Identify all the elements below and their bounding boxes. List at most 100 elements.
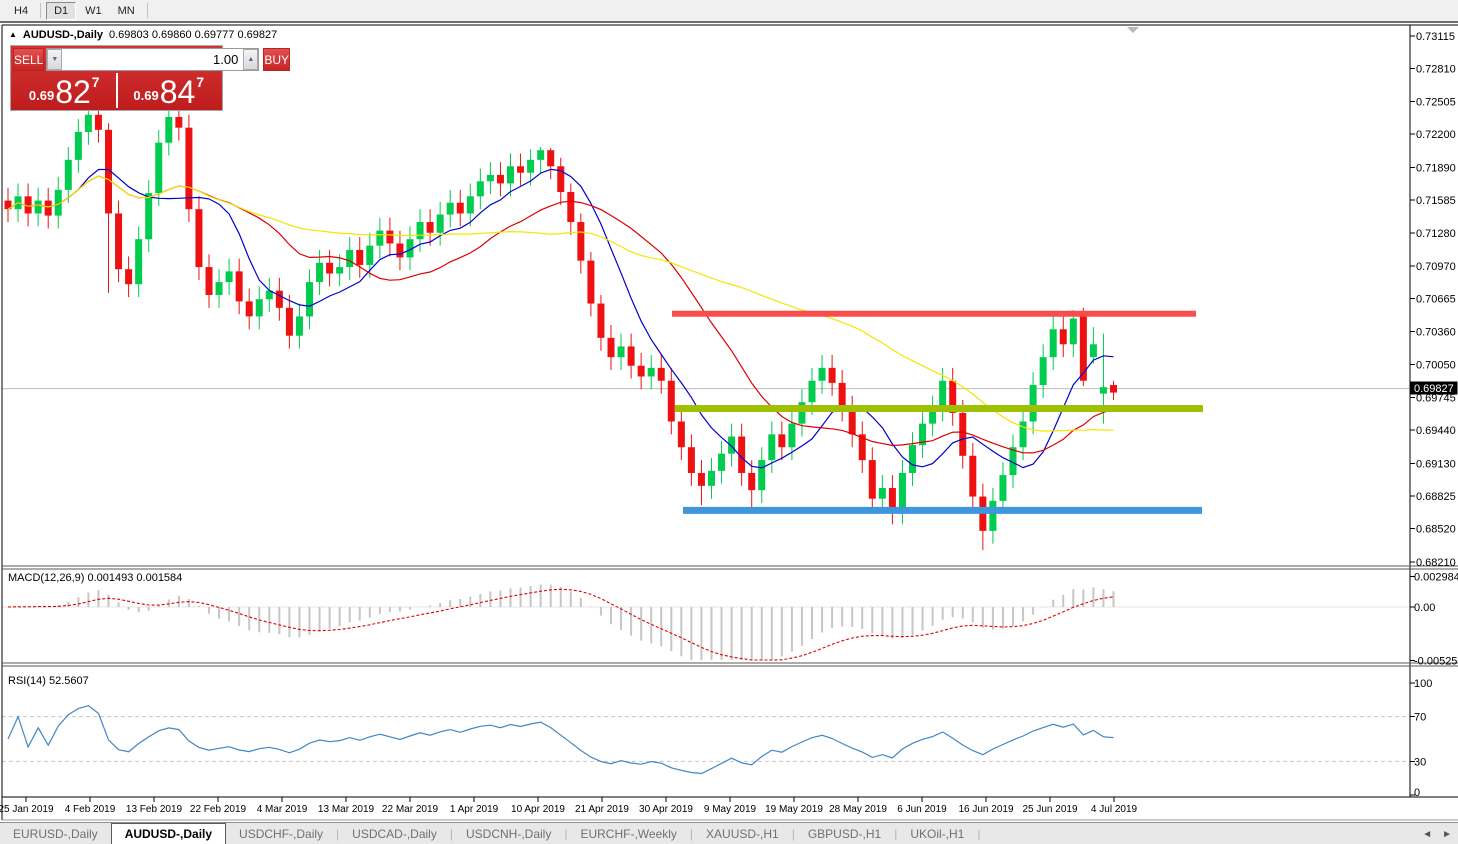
collapse-triangle-icon[interactable]: ▲ [9, 31, 17, 39]
candle-body [115, 213, 122, 269]
symbol-tab-gbpusd-h1[interactable]: GBPUSD-,H1 [795, 823, 894, 844]
timeframe-button-mn[interactable]: MN [111, 3, 142, 19]
price-axis-label: 0.68520 [1416, 524, 1456, 536]
date-label: 22 Mar 2019 [382, 804, 439, 815]
volume-input[interactable] [62, 49, 243, 70]
price-axis-label: 0.70665 [1416, 294, 1456, 306]
candle-body [819, 368, 826, 381]
candle-body [376, 231, 383, 246]
candle-body [35, 201, 42, 214]
toolbar-separator [40, 3, 41, 18]
candle-body [386, 231, 393, 244]
price-axis-label: 0.70050 [1416, 360, 1456, 372]
candle-body [999, 475, 1006, 501]
buy-button[interactable]: BUY [263, 48, 290, 71]
symbol-tab-xauusd-h1[interactable]: XAUUSD-,H1 [693, 823, 792, 844]
candle-body [1040, 357, 1047, 385]
candle-body [427, 222, 434, 233]
timeframe-button-w1[interactable]: W1 [78, 3, 109, 19]
candle-body [145, 193, 152, 239]
symbol-tab-audusd-daily[interactable]: AUDUSD-,Daily [111, 823, 226, 844]
candle-body [447, 203, 454, 215]
tab-scroll-left-icon[interactable]: ◄ [1422, 829, 1432, 840]
candle-body [507, 166, 514, 183]
symbol-tab-eurchf-weekly[interactable]: EURCHF-,Weekly [567, 823, 689, 844]
volume-decrease-icon[interactable]: ▼ [47, 49, 62, 70]
candle-body [85, 115, 92, 132]
date-label: 22 Feb 2019 [190, 804, 247, 815]
sell-price-big: 82 [55, 77, 91, 107]
symbol-tab-usdchf-daily[interactable]: USDCHF-,Daily [226, 823, 336, 844]
volume-increase-icon[interactable]: ▲ [243, 49, 258, 70]
candle-body [497, 175, 504, 184]
buy-price-big: 84 [160, 77, 196, 107]
buy-price-base: 0.69 [133, 88, 158, 103]
candle-body [316, 263, 323, 282]
candle-body [1090, 344, 1097, 357]
candle-body [628, 346, 635, 365]
buy-price-display[interactable]: 0.69 84 7 [118, 73, 221, 108]
candle-body [256, 299, 263, 316]
current-price-box: 0.69827 [1411, 382, 1458, 396]
sell-button[interactable]: SELL [13, 48, 44, 71]
candle-body [678, 421, 685, 447]
chart-shift-marker-icon[interactable] [1127, 27, 1139, 33]
candle-body [417, 222, 424, 239]
buy-price-pip: 7 [196, 74, 204, 90]
rsi-line [8, 706, 1114, 774]
candle-body [437, 215, 444, 233]
candle-body [969, 456, 976, 497]
price-chart[interactable]: 0.731150.728100.725050.722000.718900.715… [0, 22, 1458, 822]
candle-body [396, 243, 403, 257]
date-label: 25 Jun 2019 [1022, 804, 1077, 815]
volume-spinbox: ▼ ▲ [46, 48, 259, 71]
candle-body [527, 160, 534, 173]
macd-label: MACD(12,26,9) 0.001493 0.001584 [8, 572, 182, 584]
symbol-tab-usdcnh-daily[interactable]: USDCNH-,Daily [453, 823, 564, 844]
candle-body [165, 117, 172, 143]
candle-body [939, 381, 946, 409]
date-label: 10 Apr 2019 [511, 804, 565, 815]
candle-body [618, 346, 625, 357]
price-axis-label: 0.71280 [1416, 228, 1456, 240]
date-label: 9 May 2019 [704, 804, 757, 815]
date-label: 30 Apr 2019 [639, 804, 693, 815]
candle-body [879, 488, 886, 499]
candle-body [849, 409, 856, 435]
macd-axis-label: -0.005256 [1414, 656, 1458, 668]
price-axis-label: 0.69130 [1416, 458, 1456, 470]
candle-body [668, 381, 675, 422]
current-price-value: 0.69827 [1414, 383, 1454, 395]
candle-body [346, 250, 353, 267]
date-label: 4 Mar 2019 [257, 804, 308, 815]
macd-axis-label: 0.00 [1414, 602, 1435, 614]
candle-body [547, 150, 554, 166]
sell-price-display[interactable]: 0.69 82 7 [13, 73, 118, 108]
candle-body [1100, 387, 1107, 393]
candle-body [1070, 319, 1077, 345]
candle-body [768, 434, 775, 460]
candle-body [597, 304, 604, 338]
symbol-tab-ukoil-h1[interactable]: UKOil-,H1 [897, 823, 977, 844]
candle-body [809, 381, 816, 402]
timeframe-button-d1[interactable]: D1 [46, 2, 76, 20]
date-label: 6 Jun 2019 [897, 804, 947, 815]
tab-scroll-right-icon[interactable]: ► [1442, 829, 1452, 840]
timeframe-button-h4[interactable]: H4 [7, 3, 35, 19]
price-axis-label: 0.72200 [1416, 129, 1456, 141]
candle-body [567, 192, 574, 222]
symbol-tab-eurusd-daily[interactable]: EURUSD-,Daily [0, 823, 111, 844]
sell-price-pip: 7 [92, 74, 100, 90]
symbol-tab-usdcad-daily[interactable]: USDCAD-,Daily [339, 823, 450, 844]
candle-body [1110, 385, 1117, 393]
rsi-axis-label: 100 [1414, 678, 1432, 690]
price-axis-label: 0.70970 [1416, 261, 1456, 273]
candle-body [366, 246, 373, 265]
candle-body [286, 308, 293, 336]
candle-body [989, 501, 996, 531]
date-label: 13 Feb 2019 [126, 804, 183, 815]
price-axis-label: 0.68210 [1416, 557, 1456, 569]
ma-line-fast [8, 169, 1114, 468]
candle-body [648, 368, 655, 377]
candle-body [788, 424, 795, 448]
